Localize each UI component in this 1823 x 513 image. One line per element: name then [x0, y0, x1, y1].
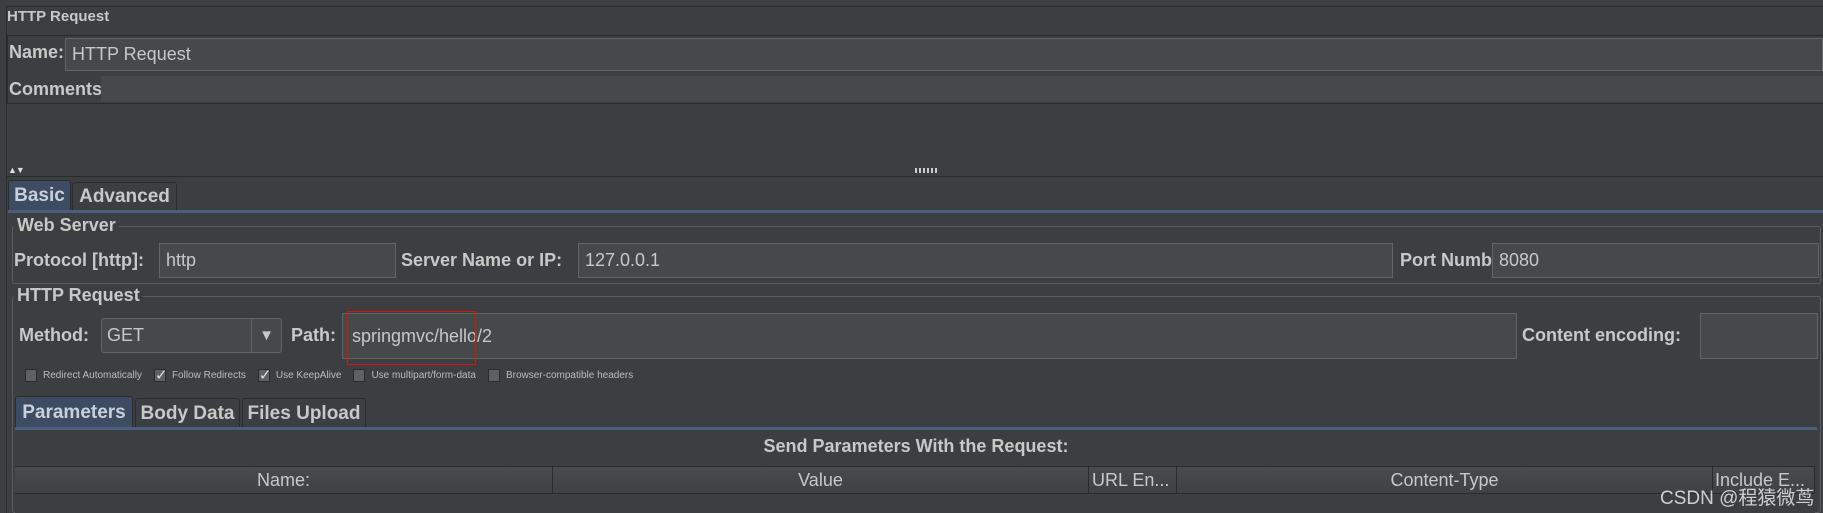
comments-label: Comments:	[9, 79, 109, 99]
redirect-automatically-checkbox[interactable]: Redirect Automatically	[25, 369, 142, 382]
splitter-arrows-icon[interactable]: ▲▼	[8, 165, 25, 175]
browser-compatible-checkbox[interactable]: Browser-compatible headers	[487, 369, 634, 382]
use-keepalive-checkbox[interactable]: ✓ Use KeepAlive	[257, 367, 342, 384]
tab-advanced[interactable]: Advanced	[72, 182, 177, 211]
checkbox-label: Use KeepAlive	[275, 370, 342, 381]
chevron-down-icon[interactable]: ▼	[251, 319, 281, 352]
port-input[interactable]: 8080	[1492, 243, 1819, 278]
subtab-underline	[15, 427, 1817, 430]
options-row: Redirect Automatically ✓ Follow Redirects…	[25, 367, 634, 384]
column-value[interactable]: Value	[553, 467, 1089, 493]
tab-body-data[interactable]: Body Data	[135, 398, 240, 429]
checkbox-label: Redirect Automatically	[43, 370, 142, 381]
checkbox-icon	[353, 369, 366, 382]
params-title: Send Parameters With the Request:	[763, 436, 1069, 456]
tab-parameters[interactable]: Parameters	[15, 396, 133, 429]
tab-underline	[8, 210, 1823, 213]
comments-input[interactable]	[101, 76, 1823, 102]
path-label: Path:	[291, 325, 336, 345]
column-url-encode[interactable]: URL En...	[1089, 467, 1177, 493]
follow-redirects-checkbox[interactable]: ✓ Follow Redirects	[153, 367, 246, 384]
multipart-checkbox[interactable]: Use multipart/form-data	[353, 369, 476, 382]
checkmark-icon: ✓	[153, 367, 168, 384]
http-request-title: HTTP Request	[14, 285, 143, 306]
grip-icon[interactable]	[915, 168, 937, 173]
checkbox-label: Browser-compatible headers	[505, 370, 634, 381]
splitter-line	[7, 176, 1823, 177]
content-encoding-label: Content encoding:	[1522, 325, 1681, 345]
name-label: Name:	[9, 42, 65, 62]
protocol-input[interactable]: http	[159, 243, 396, 278]
checkbox-icon	[25, 369, 37, 382]
name-input[interactable]: HTTP Request	[65, 38, 1823, 71]
column-content-type[interactable]: Content-Type	[1177, 467, 1713, 493]
checkmark-icon: ✓	[257, 367, 272, 384]
method-select[interactable]: GET ▼	[101, 318, 282, 353]
watermark: CSDN @程猿微茑	[1660, 488, 1815, 509]
content-encoding-input[interactable]	[1700, 313, 1818, 359]
server-input[interactable]: 127.0.0.1	[578, 243, 1393, 278]
tab-basic[interactable]: Basic	[8, 180, 71, 211]
highlight-box	[347, 311, 476, 365]
column-name[interactable]: Name:	[15, 467, 553, 493]
method-label: Method:	[19, 325, 89, 345]
web-server-title: Web Server	[14, 215, 119, 236]
path-input[interactable]: springmvc/hello/2	[342, 313, 1517, 359]
checkbox-icon	[487, 369, 500, 382]
protocol-label: Protocol [http]:	[14, 250, 144, 270]
params-table-header: Name: Value URL En... Content-Type Inclu…	[15, 466, 1815, 494]
server-label: Server Name or IP:	[401, 250, 563, 270]
checkbox-label: Use multipart/form-data	[371, 370, 476, 381]
panel-title: HTTP Request	[7, 8, 110, 25]
checkbox-label: Follow Redirects	[171, 370, 246, 381]
tab-files-upload[interactable]: Files Upload	[242, 398, 366, 429]
params-table-body[interactable]	[15, 495, 1815, 513]
method-value: GET	[107, 325, 145, 345]
